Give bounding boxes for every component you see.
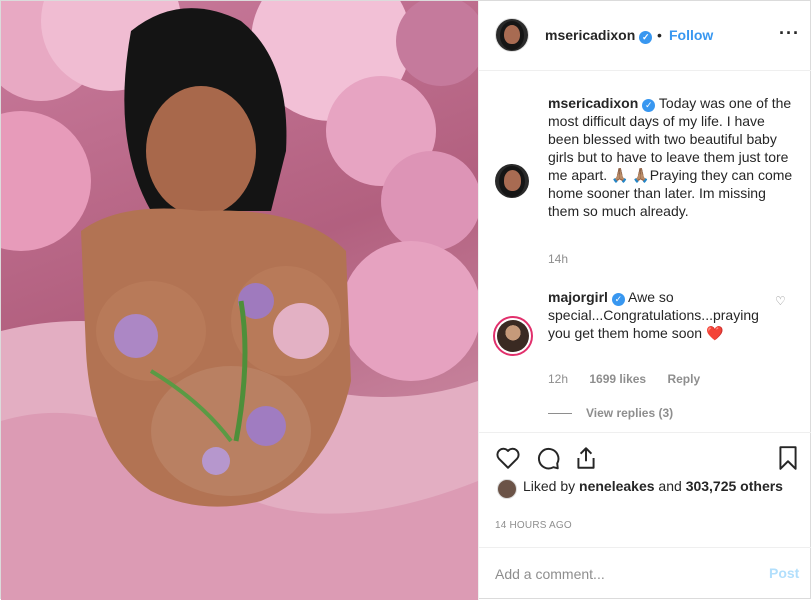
follow-button[interactable]: Follow (669, 27, 713, 43)
face (146, 86, 256, 216)
balloon (381, 151, 478, 251)
post-timestamp[interactable]: 14 HOURS AGO (495, 520, 572, 531)
flower-paint (114, 314, 158, 358)
caption-text: Today was one of the most difficult days… (548, 95, 793, 219)
post-side-panel: msericadixon ✓ • Follow ··· msericadixon ✓… (478, 1, 811, 600)
comment: majorgirl ✓ Awe so special...Congratulati… (548, 288, 768, 342)
verified-badge-icon: ✓ (642, 99, 656, 112)
comments-area[interactable]: msericadixon ✓ Today was one of the most … (479, 72, 811, 432)
first-liker[interactable]: neneleakes (579, 478, 655, 494)
author-username-text[interactable]: msericadixon (545, 27, 635, 43)
caption-time[interactable]: 14h (548, 252, 568, 266)
comment-likes[interactable]: 1699 likes (589, 372, 646, 386)
post-comment-button[interactable]: Post (769, 565, 799, 581)
comment-time[interactable]: 12h (548, 372, 568, 386)
heart-icon[interactable] (495, 445, 521, 471)
caption: msericadixon ✓ Today was one of the most … (548, 94, 798, 220)
more-options-icon[interactable]: ··· (779, 23, 800, 44)
view-replies-label[interactable]: View replies (3) (586, 406, 673, 420)
comment-icon[interactable] (535, 445, 561, 471)
verified-badge-icon: ✓ (639, 31, 653, 44)
reply-button[interactable]: Reply (667, 372, 700, 386)
liker-avatar[interactable] (497, 479, 517, 499)
bookmark-icon[interactable] (775, 445, 801, 471)
author-username[interactable]: msericadixon ✓ (545, 27, 653, 44)
flower-paint (202, 447, 230, 475)
action-bar: Liked by neneleakes and 303,725 others 1… (479, 432, 811, 547)
avatar-face (504, 24, 520, 44)
instagram-post: msericadixon ✓ • Follow ··· msericadixon ✓… (0, 0, 811, 600)
share-icon[interactable] (573, 445, 599, 471)
separator-dot: • (657, 27, 662, 43)
photo-illustration (1, 1, 478, 600)
commenter-avatar-image (497, 320, 529, 352)
comment-input[interactable] (495, 564, 745, 584)
post-header: msericadixon ✓ • Follow ··· (479, 1, 811, 71)
liked-by: Liked by neneleakes and 303,725 others (523, 477, 783, 495)
liked-by-and: and (654, 478, 686, 494)
commenter-avatar[interactable] (493, 316, 533, 356)
flower-paint (273, 303, 329, 359)
caption-username[interactable]: msericadixon (548, 95, 638, 111)
other-likers[interactable]: 303,725 others (686, 478, 783, 494)
balloon (1, 111, 91, 251)
balloon (341, 241, 478, 381)
verified-badge-icon: ✓ (611, 293, 625, 306)
avatar-face (503, 170, 521, 191)
flower-paint (246, 406, 286, 446)
caption-avatar[interactable] (495, 164, 529, 198)
balloon (396, 1, 478, 86)
post-photo[interactable] (1, 1, 478, 600)
view-replies-button[interactable]: View replies (3) (548, 406, 673, 420)
view-replies-divider (548, 413, 572, 415)
comment-meta: 12h 1699 likes Reply (548, 372, 718, 386)
comment-like-heart-icon[interactable]: ♡ (775, 294, 787, 308)
author-avatar[interactable] (495, 18, 529, 52)
liked-by-prefix: Liked by (523, 478, 580, 494)
add-comment-section: Post (479, 547, 811, 600)
comment-username[interactable]: majorgirl (548, 289, 608, 305)
